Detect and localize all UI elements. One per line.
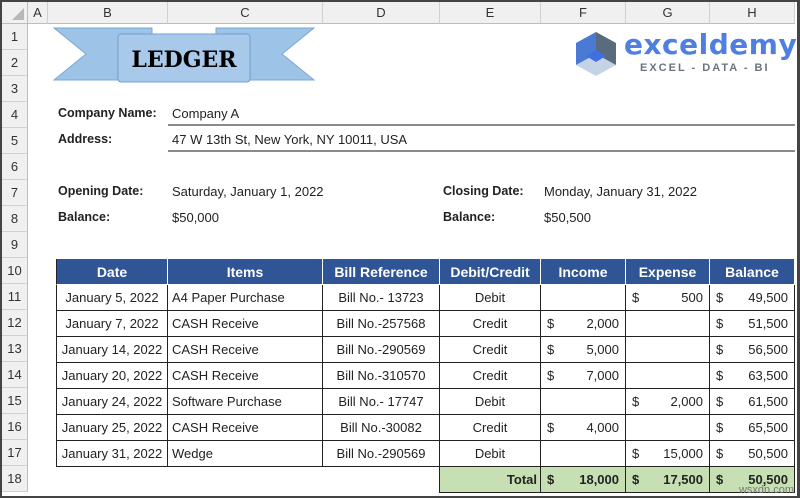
window-frame <box>0 0 800 498</box>
